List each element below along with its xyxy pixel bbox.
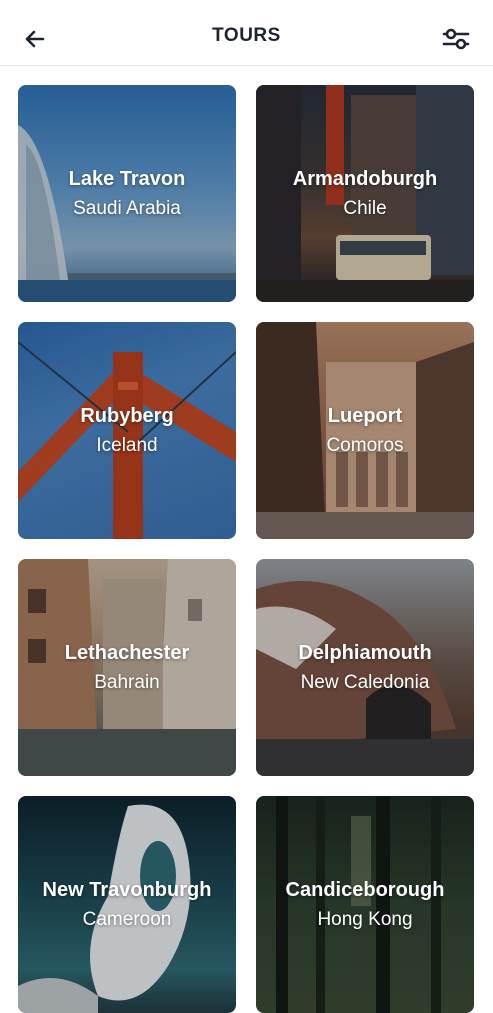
tour-name: Lueport <box>327 404 403 427</box>
tour-country: Bahrain <box>94 671 160 693</box>
tour-country: New Caledonia <box>300 671 430 693</box>
tour-country: Iceland <box>96 434 158 456</box>
tour-country: Cameroon <box>82 908 172 930</box>
tour-card[interactable]: Rubyberg Iceland <box>18 322 236 539</box>
tour-name: Armandoburgh <box>292 167 438 190</box>
tour-name: Candiceborough <box>285 878 445 901</box>
tour-name: Lake Travon <box>68 167 186 190</box>
tours-grid: Lake Travon Saudi Arabia Armandoburgh Ch… <box>18 85 474 1013</box>
tour-card[interactable]: Armandoburgh Chile <box>256 85 474 302</box>
tour-card[interactable]: Delphiamouth New Caledonia <box>256 559 474 776</box>
filter-button[interactable] <box>439 22 473 56</box>
tour-card[interactable]: Candiceborough Hong Kong <box>256 796 474 1013</box>
tour-card[interactable]: Lueport Comoros <box>256 322 474 539</box>
tour-card[interactable]: Lake Travon Saudi Arabia <box>18 85 236 302</box>
tour-country: Chile <box>343 197 387 219</box>
tour-country: Comoros <box>326 434 404 456</box>
tour-card[interactable]: Lethachester Bahrain <box>18 559 236 776</box>
tour-name: Delphiamouth <box>298 641 432 664</box>
tour-card[interactable]: New Travonburgh Cameroon <box>18 796 236 1013</box>
top-bar: TOURS <box>0 0 493 66</box>
tour-name: New Travonburgh <box>42 878 212 901</box>
page-title: TOURS <box>212 25 281 46</box>
sliders-icon <box>442 28 470 50</box>
tour-country: Hong Kong <box>317 908 413 930</box>
tour-country: Saudi Arabia <box>73 197 181 219</box>
tour-name: Rubyberg <box>80 404 174 427</box>
tour-name: Lethachester <box>64 641 190 664</box>
